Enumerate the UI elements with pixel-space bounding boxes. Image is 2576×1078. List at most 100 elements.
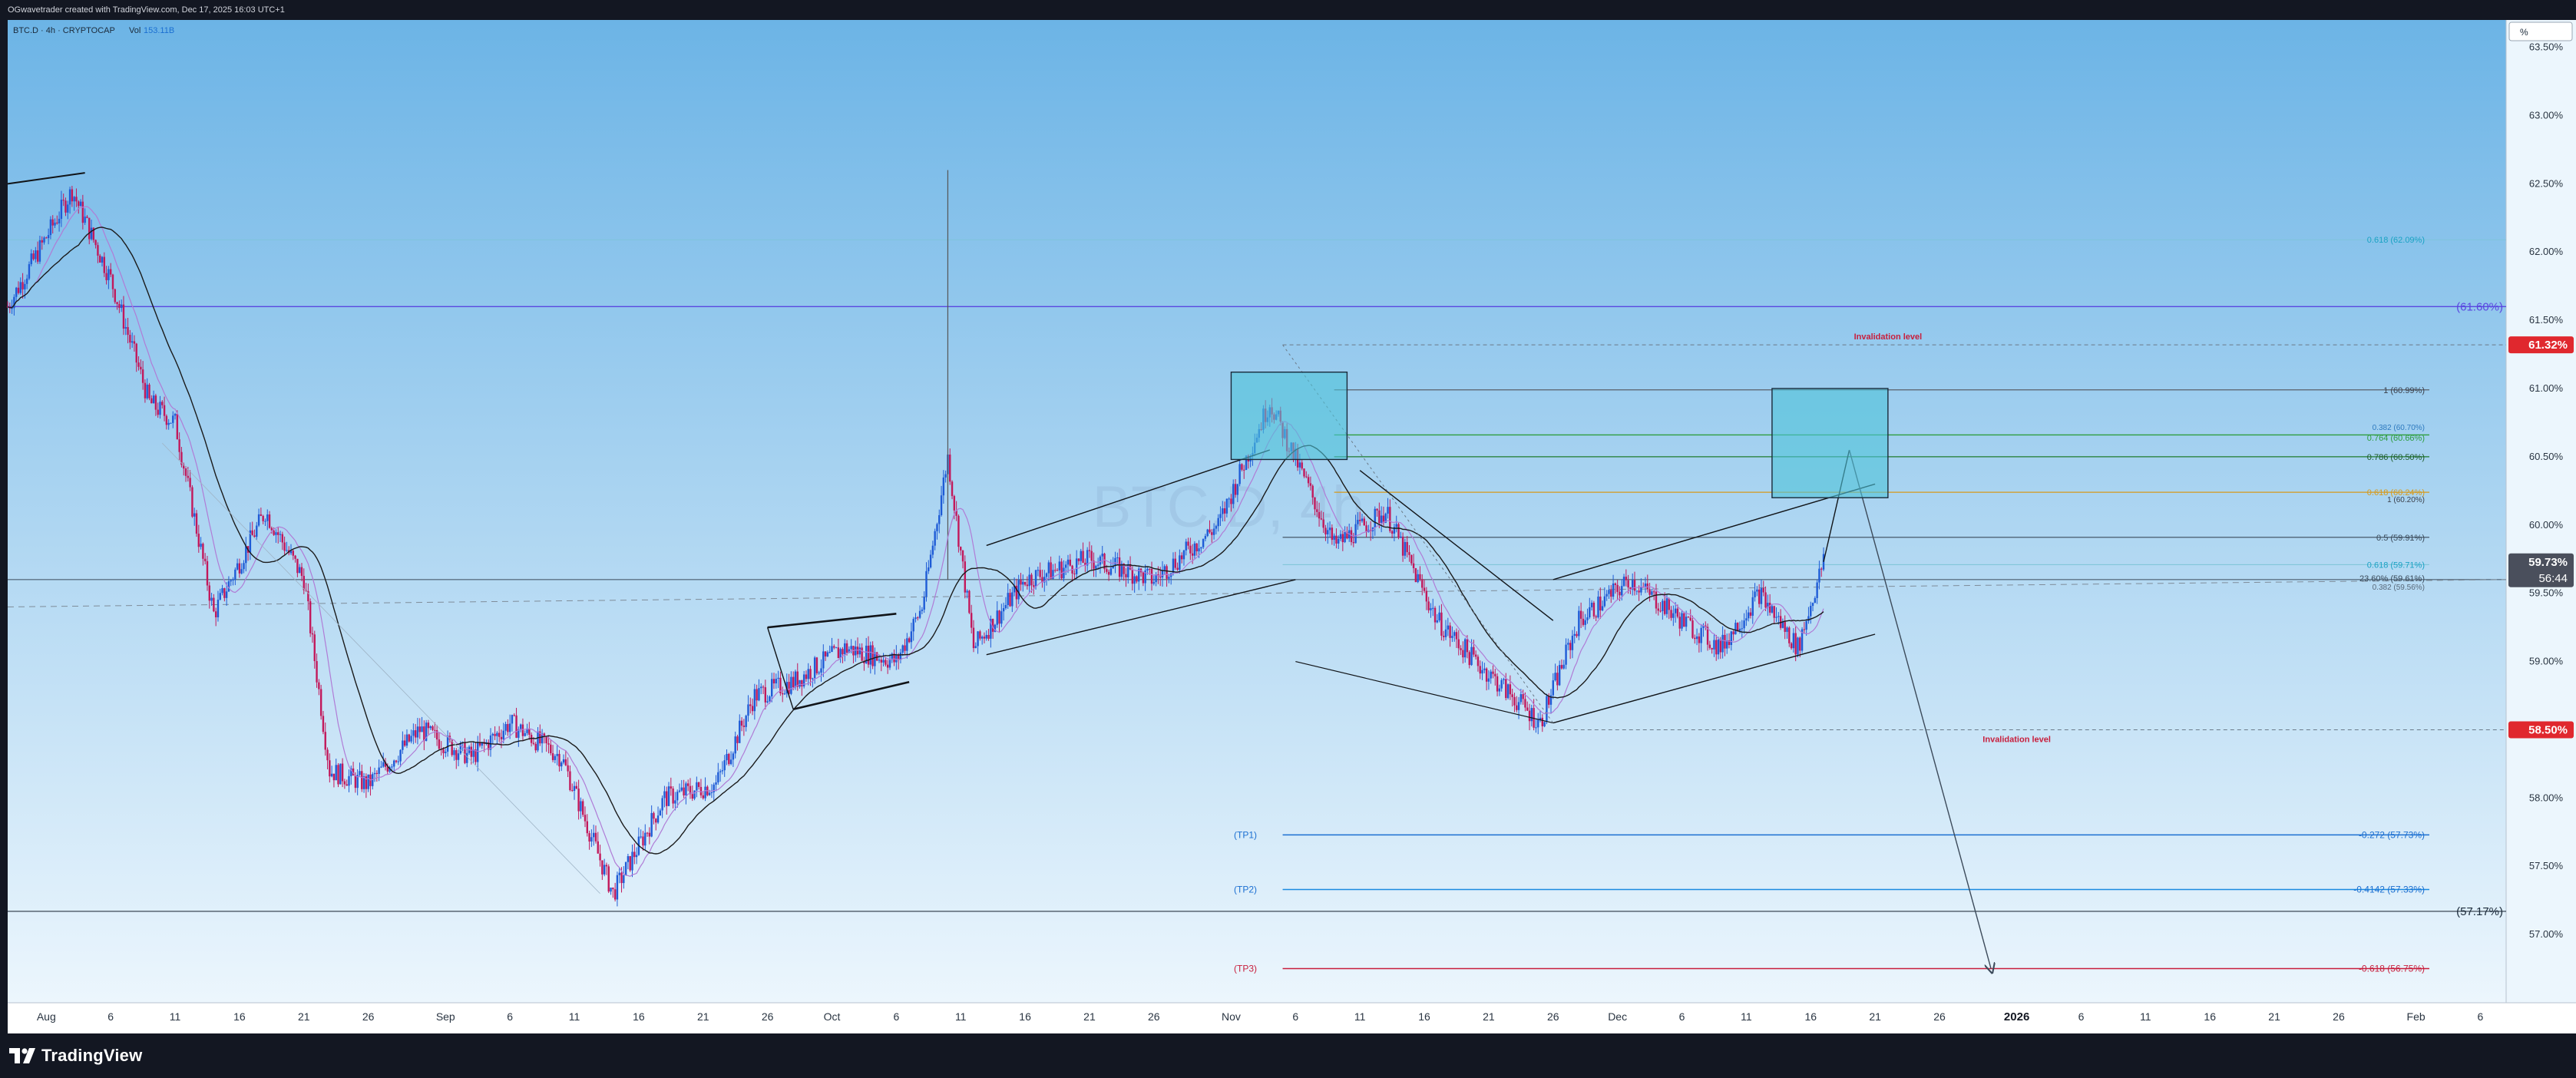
candle-body [936,524,938,531]
candle-body [1730,631,1733,646]
candle-body [753,689,756,712]
candle-body [577,789,580,812]
candle-body [99,255,101,263]
candle-body [36,250,39,262]
candle-body [1219,514,1222,518]
candle-body [1810,606,1812,617]
candle-body [790,676,792,694]
fib-label-1-mid: 1 (60.20%) [2387,496,2425,504]
chart-panel[interactable]: BTC.D, 4h 0.618 (62.09%) 1 (60.99%) 0.382 … [0,20,2576,1033]
candle-body [296,558,299,574]
candle-body [1614,583,1617,585]
candle-body [1191,553,1194,556]
candle-body [148,384,150,398]
candle-body [974,646,977,649]
candle-body [316,661,318,683]
candle-body [561,762,563,767]
candle-body [534,743,537,751]
tp3-fib-label: -0.618 (56.75%) [2359,964,2425,974]
candle-body [1526,707,1529,711]
candle-body [28,264,31,279]
time-axis-label: 26 [2333,1010,2345,1023]
candle-body [1209,529,1211,533]
candle-body [1026,584,1029,587]
candle-body [792,676,795,688]
time-axis-label: 11 [170,1010,181,1023]
candle-body [1305,476,1308,478]
scale-mode-button[interactable] [2508,21,2573,41]
candle-body [957,515,960,547]
candle-body [1635,590,1639,592]
candle-body [172,415,174,423]
candle-body [309,601,312,633]
candle-body [412,730,415,736]
candle-body [127,327,129,336]
candle-body [240,569,243,574]
candle-body [1419,574,1421,580]
candle-body [1380,515,1383,524]
candle-body [256,525,258,537]
candle-body [1479,666,1481,674]
candle-body [1142,572,1145,584]
time-axis-label: 21 [1869,1010,1881,1023]
candle-body [562,759,565,763]
candle-body [1576,633,1578,637]
candle-body [938,514,941,524]
price-axis-label: 58.00% [2529,792,2564,803]
candle-body [558,753,561,767]
candle-body [1050,562,1052,579]
price-axis-label: 62.00% [2529,246,2564,257]
candle-body [1674,608,1677,613]
candle-body [934,531,936,546]
candle-body [105,273,107,280]
candle-body [1670,610,1672,618]
candle-body [208,585,210,601]
candle-body [1449,625,1451,638]
candle-body [38,240,41,262]
candle-body [500,736,503,739]
candle-body [455,750,458,760]
candle-body [203,558,207,561]
candle-body [382,762,385,767]
price-axis-label: 62.50% [2529,177,2564,189]
candle-body [1715,640,1718,655]
candle-body [1338,538,1340,544]
candle-body [867,645,870,665]
candle-body [815,657,818,673]
candle-body [588,833,590,842]
candle-body [1511,694,1513,697]
candle-body [135,343,137,363]
time-axis-label: 21 [1483,1010,1495,1023]
candle-body [1423,587,1426,591]
time-axis-label: 11 [569,1010,580,1023]
candle-body [24,283,26,289]
candle-body [616,875,619,900]
candle-body [202,544,204,559]
candle-body [734,736,736,754]
candle-body [223,588,226,598]
price-axis-label: 57.50% [2529,860,2564,871]
candle-body [1341,534,1344,543]
candle-body [219,593,221,600]
candle-body [174,414,177,416]
time-axis-label: 21 [298,1010,310,1023]
candle-body [343,781,346,785]
candle-body [1000,611,1003,624]
tradingview-logo[interactable]: TradingView [9,1044,142,1067]
time-axis-label: 26 [1148,1010,1160,1023]
price-chart[interactable]: BTC.D, 4h 0.618 (62.09%) 1 (60.99%) 0.382 … [0,20,2576,1033]
candle-body [580,801,582,812]
candle-body [1106,569,1108,572]
candle-body [498,732,501,737]
candle-body [545,736,547,744]
candle-body [262,515,264,521]
candle-body [582,801,584,815]
candle-body [373,772,376,775]
candle-body [699,786,703,795]
candle-body [107,269,110,280]
candle-body [1455,632,1458,640]
candle-body [300,567,303,577]
candle-body [953,496,956,511]
candle-body [1408,552,1410,555]
candle-body [678,790,681,792]
